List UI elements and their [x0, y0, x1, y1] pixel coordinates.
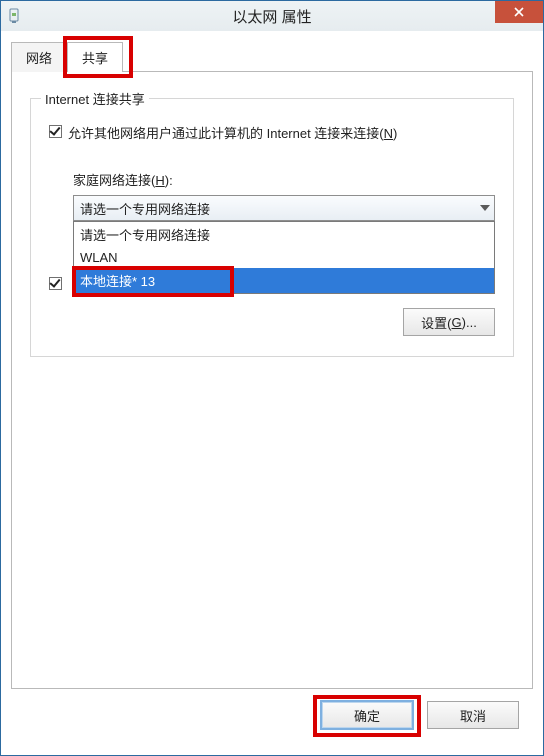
allow-connect-label: 允许其他网络用户通过此计算机的 Internet 连接来连接(N)	[68, 123, 397, 142]
chevron-down-icon	[480, 205, 490, 211]
second-checkbox[interactable]	[49, 277, 62, 290]
tab-network[interactable]: 网络	[11, 42, 67, 72]
titlebar: 以太网 属性	[1, 1, 543, 31]
tab-strip: 网络 共享	[11, 41, 533, 71]
client-area: 网络 共享 Internet 连接共享 允许其他网络用户通过此计算机的 Inte…	[1, 31, 543, 755]
close-button[interactable]	[495, 1, 543, 23]
tab-sharing[interactable]: 共享	[67, 42, 123, 72]
combo-option-selected[interactable]: 本地连接* 13	[74, 268, 494, 293]
allow-connect-checkbox[interactable]	[49, 125, 62, 138]
allow-connect-row: 允许其他网络用户通过此计算机的 Internet 连接来连接(N)	[49, 123, 495, 142]
combo-selected-text: 请选一个专用网络连接	[80, 199, 210, 218]
combo-option[interactable]: WLAN	[74, 247, 494, 268]
groupbox-title: Internet 连接共享	[41, 89, 149, 108]
home-network-combo[interactable]: 请选一个专用网络连接	[73, 195, 495, 221]
close-icon	[513, 6, 525, 18]
ethernet-properties-window: 以太网 属性 网络 共享 Internet 连接共享 允许其他网络用户通过此计算…	[0, 0, 544, 756]
ok-button[interactable]: 确定	[321, 701, 413, 729]
combo-option[interactable]: 请选一个专用网络连接	[74, 222, 494, 247]
tab-page-sharing: Internet 连接共享 允许其他网络用户通过此计算机的 Internet 连…	[11, 71, 533, 689]
home-network-section: 家庭网络连接(H): 请选一个专用网络连接 请选一个专用网络连接 WLAN 本地…	[73, 170, 495, 221]
home-network-label: 家庭网络连接(H):	[73, 170, 495, 189]
app-icon	[7, 8, 21, 24]
settings-row: 设置(G)...	[49, 308, 495, 336]
group-internet-connection-sharing: Internet 连接共享 允许其他网络用户通过此计算机的 Internet 连…	[30, 98, 514, 357]
cancel-button[interactable]: 取消	[427, 701, 519, 729]
home-network-combo-list: 请选一个专用网络连接 WLAN 本地连接* 13	[73, 221, 495, 294]
settings-button[interactable]: 设置(G)...	[403, 308, 495, 336]
second-checkbox-label	[68, 275, 72, 290]
home-network-combo-wrap: 请选一个专用网络连接 请选一个专用网络连接 WLAN 本地连接* 13	[73, 195, 495, 221]
dialog-button-bar: 确定 取消	[11, 689, 533, 745]
window-title: 以太网 属性	[232, 6, 311, 27]
